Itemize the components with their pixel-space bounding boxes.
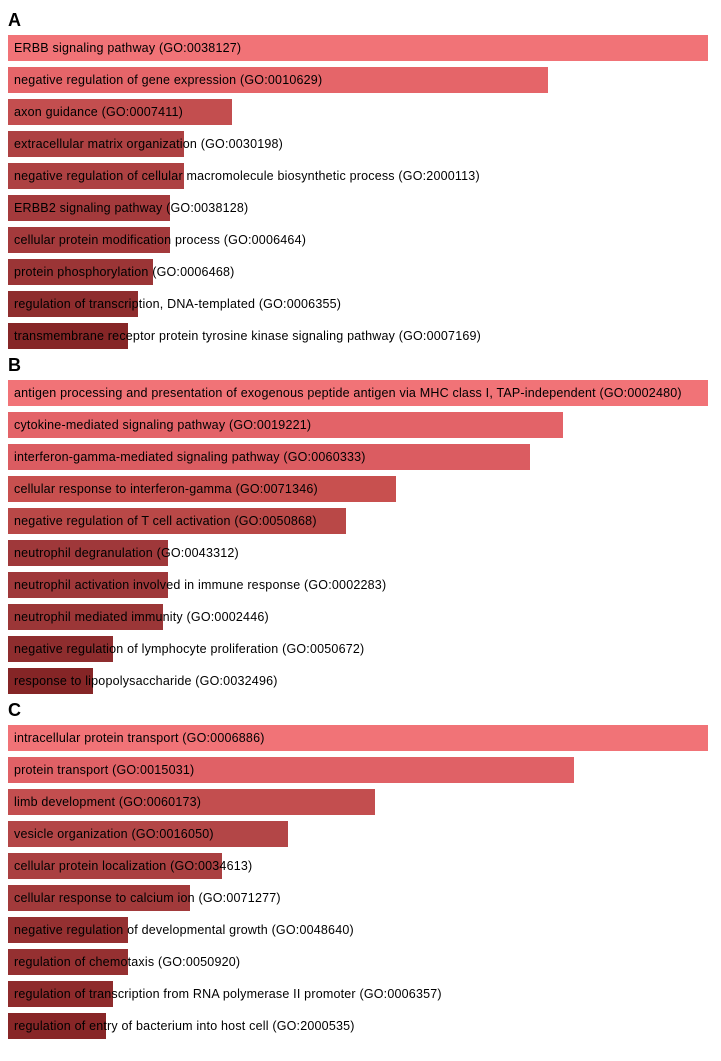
bar-label: extracellular matrix organization (GO:00…: [14, 131, 283, 157]
bar-row: negative regulation of developmental gro…: [8, 917, 708, 943]
bar-label: cellular protein modification process (G…: [14, 227, 306, 253]
bar-label: ERBB2 signaling pathway (GO:0038128): [14, 195, 248, 221]
bar-row: extracellular matrix organization (GO:00…: [8, 131, 708, 157]
bar-label: negative regulation of lymphocyte prolif…: [14, 636, 364, 662]
bar-label: regulation of transcription from RNA pol…: [14, 981, 442, 1007]
panel-letter-a: A: [8, 10, 713, 31]
bar-row: cellular protein modification process (G…: [8, 227, 708, 253]
bar-row: response to lipopolysaccharide (GO:00324…: [8, 668, 708, 694]
bar-row: neutrophil activation involved in immune…: [8, 572, 708, 598]
bar-row: regulation of transcription from RNA pol…: [8, 981, 708, 1007]
bar-row: interferon-gamma-mediated signaling path…: [8, 444, 708, 470]
bar-row: protein transport (GO:0015031): [8, 757, 708, 783]
bar-row: cellular response to calcium ion (GO:007…: [8, 885, 708, 911]
bar-label: negative regulation of developmental gro…: [14, 917, 354, 943]
bar-row: limb development (GO:0060173): [8, 789, 708, 815]
bar-row: intracellular protein transport (GO:0006…: [8, 725, 708, 751]
go-enrichment-figure: A ERBB signaling pathway (GO:0038127) nega…: [0, 0, 721, 1061]
bar-label: interferon-gamma-mediated signaling path…: [14, 444, 366, 470]
bar-label: axon guidance (GO:0007411): [14, 99, 183, 125]
bar-label: limb development (GO:0060173): [14, 789, 201, 815]
bar-label: antigen processing and presentation of e…: [14, 380, 682, 406]
bar-label: vesicle organization (GO:0016050): [14, 821, 214, 847]
panel-a: A ERBB signaling pathway (GO:0038127) nega…: [8, 10, 713, 349]
bar-row: axon guidance (GO:0007411): [8, 99, 708, 125]
bar-row: vesicle organization (GO:0016050): [8, 821, 708, 847]
bar-label: transmembrane receptor protein tyrosine …: [14, 323, 481, 349]
bar-label: neutrophil mediated immunity (GO:0002446…: [14, 604, 269, 630]
bar-label: intracellular protein transport (GO:0006…: [14, 725, 265, 751]
bar-row: negative regulation of lymphocyte prolif…: [8, 636, 708, 662]
bar-label: regulation of chemotaxis (GO:0050920): [14, 949, 240, 975]
bar-row: regulation of transcription, DNA-templat…: [8, 291, 708, 317]
bar-row: cytokine-mediated signaling pathway (GO:…: [8, 412, 708, 438]
bar-row: protein phosphorylation (GO:0006468): [8, 259, 708, 285]
bar-label: negative regulation of cellular macromol…: [14, 163, 480, 189]
bar-row: transmembrane receptor protein tyrosine …: [8, 323, 708, 349]
bar-row: neutrophil mediated immunity (GO:0002446…: [8, 604, 708, 630]
bar-label: ERBB signaling pathway (GO:0038127): [14, 35, 241, 61]
bar-label: protein transport (GO:0015031): [14, 757, 194, 783]
bar-row: negative regulation of gene expression (…: [8, 67, 708, 93]
bar-label: regulation of entry of bacterium into ho…: [14, 1013, 355, 1039]
panel-letter-b: B: [8, 355, 713, 376]
bar-row: regulation of entry of bacterium into ho…: [8, 1013, 708, 1039]
bar-row: negative regulation of cellular macromol…: [8, 163, 708, 189]
bar-label: response to lipopolysaccharide (GO:00324…: [14, 668, 278, 694]
panel-b: Bantigen processing and presentation of …: [8, 355, 713, 694]
bar-label: protein phosphorylation (GO:0006468): [14, 259, 235, 285]
bar-row: cellular protein localization (GO:003461…: [8, 853, 708, 879]
panel-letter-c: C: [8, 700, 713, 721]
bar-row: regulation of chemotaxis (GO:0050920): [8, 949, 708, 975]
bar-label: cellular response to calcium ion (GO:007…: [14, 885, 281, 911]
bar-label: negative regulation of T cell activation…: [14, 508, 317, 534]
bar-row: negative regulation of T cell activation…: [8, 508, 708, 534]
bar-label: cellular response to interferon-gamma (G…: [14, 476, 318, 502]
bar-label: neutrophil degranulation (GO:0043312): [14, 540, 239, 566]
bar-label: cytokine-mediated signaling pathway (GO:…: [14, 412, 311, 438]
bar-row: neutrophil degranulation (GO:0043312): [8, 540, 708, 566]
bar-row: antigen processing and presentation of e…: [8, 380, 708, 406]
bar-label: regulation of transcription, DNA-templat…: [14, 291, 341, 317]
bar-label: negative regulation of gene expression (…: [14, 67, 322, 93]
panel-c: Cintracellular protein transport (GO:000…: [8, 700, 713, 1039]
bar-label: cellular protein localization (GO:003461…: [14, 853, 252, 879]
bar-row: ERBB2 signaling pathway (GO:0038128): [8, 195, 708, 221]
bar-row: ERBB signaling pathway (GO:0038127): [8, 35, 708, 61]
bar-label: neutrophil activation involved in immune…: [14, 572, 386, 598]
bar-row: cellular response to interferon-gamma (G…: [8, 476, 708, 502]
